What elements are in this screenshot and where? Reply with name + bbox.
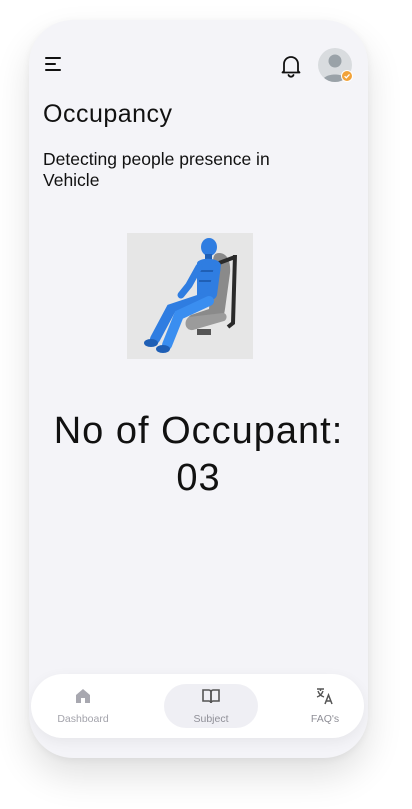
nav-item-faqs[interactable]: FAQ's [299, 674, 351, 738]
phone-frame: Occupancy Detecting people presence in V… [29, 20, 368, 758]
bottom-navigation: Dashboard Subject FAQ's [31, 674, 364, 738]
home-icon [73, 686, 93, 706]
hamburger-menu-icon[interactable] [45, 57, 63, 73]
page-title: Occupancy [43, 100, 173, 128]
nav-label-subject: Subject [193, 713, 229, 725]
translate-icon [315, 686, 335, 706]
nav-item-dashboard[interactable]: Dashboard [45, 674, 121, 738]
nav-item-subject[interactable]: Subject [164, 674, 258, 738]
nav-label-faqs: FAQ's [310, 713, 340, 725]
verified-badge-icon [341, 70, 353, 82]
occupant-illustration [127, 233, 253, 359]
top-bar [29, 48, 368, 84]
crash-test-dummy-seated-icon [144, 238, 237, 353]
page-subtitle: Detecting people presence in Vehicle [43, 149, 270, 190]
occupant-count-label: No of Occupant: [53, 410, 344, 452]
nav-label-dashboard: Dashboard [57, 713, 109, 725]
bell-icon[interactable] [280, 54, 302, 78]
occupant-count-value: 03 [176, 457, 221, 499]
book-icon [201, 686, 221, 706]
